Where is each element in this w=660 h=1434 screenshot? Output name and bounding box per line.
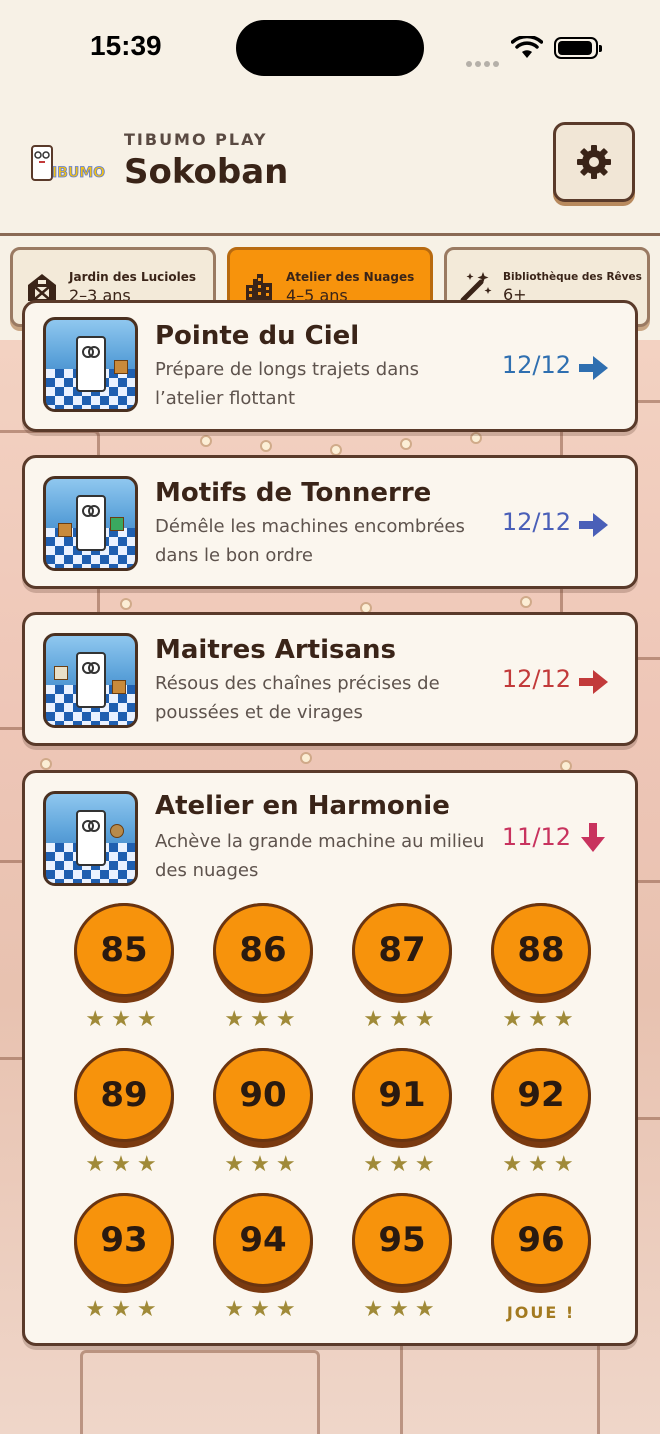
tab-name: Jardin des Lucioles — [69, 269, 197, 284]
level-stars: ★★★ — [502, 1007, 580, 1032]
settings-button[interactable] — [553, 122, 635, 202]
chapter-progress: 11/12 — [501, 823, 571, 851]
arrow-shape — [579, 513, 608, 537]
level-number: 86 — [213, 903, 313, 997]
level-number: 92 — [491, 1048, 591, 1142]
level-number: 93 — [74, 1193, 174, 1287]
arrow-down-icon — [581, 823, 605, 852]
chapter-progress: 12/12 — [501, 508, 571, 536]
chapter-card[interactable]: Maitres Artisans Résous des chaînes préc… — [22, 612, 638, 746]
level-button[interactable]: 89 — [74, 1048, 174, 1148]
level-stars: ★★★ — [363, 1152, 441, 1177]
level-stars: ★★★ — [502, 1152, 580, 1177]
level-button[interactable]: 88 — [491, 903, 591, 1003]
app-screen: 15:39 IBUMO TIBUMO PLAY Sokoban Jardin d… — [0, 0, 660, 1434]
dynamic-island — [236, 20, 424, 76]
page-title: Sokoban — [124, 152, 289, 192]
chapter-title: Motifs de Tonnerre — [155, 478, 432, 508]
chapter-card-expanded[interactable]: Atelier en Harmonie Achève la grande mac… — [22, 770, 638, 1346]
level-number: 95 — [352, 1193, 452, 1287]
level-number: 85 — [74, 903, 174, 997]
level-number: 89 — [74, 1048, 174, 1142]
level-button[interactable]: 85 — [74, 903, 174, 1003]
level-button[interactable]: 91 — [352, 1048, 452, 1148]
level-button[interactable]: 93 — [74, 1193, 174, 1293]
level-number: 87 — [352, 903, 452, 997]
chapter-description: Résous des chaînes précises de poussées … — [155, 673, 440, 723]
chapter-title: Pointe du Ciel — [155, 321, 360, 351]
chapter-progress: 12/12 — [501, 665, 571, 693]
arrow-right-icon — [579, 356, 608, 380]
tab-name: Bibliothèque des Rêves — [503, 270, 642, 283]
chapter-thumbnail — [43, 476, 138, 571]
chapter-description: Achève la grande machine au milieu des n… — [155, 831, 485, 881]
status-bar: 15:39 — [0, 0, 660, 100]
level-button[interactable]: 90 — [213, 1048, 313, 1148]
chapter-thumbnail — [43, 317, 138, 412]
logo-text: IBUMO — [52, 165, 105, 181]
arrow-right-icon — [579, 670, 608, 694]
app-header: IBUMO TIBUMO PLAY Sokoban — [0, 100, 660, 236]
chapter-description: Prépare de longs trajets dans l’atelier … — [155, 359, 420, 409]
battery-icon — [554, 37, 602, 59]
wifi-icon — [511, 36, 543, 58]
level-button[interactable]: 92 — [491, 1048, 591, 1148]
arrow-shape — [579, 670, 608, 694]
chapter-description: Démêle les machines encombrées dans le b… — [155, 516, 465, 566]
chapter-title: Atelier en Harmonie — [155, 791, 450, 821]
level-stars: ★★★ — [224, 1152, 302, 1177]
level-button[interactable]: 96 — [491, 1193, 591, 1293]
arrow-shape — [579, 356, 608, 380]
level-played-label: JOUE ! — [506, 1303, 576, 1322]
level-number: 96 — [491, 1193, 591, 1287]
arrow-right-icon — [579, 513, 608, 537]
chapter-title: Maitres Artisans — [155, 635, 397, 665]
level-number: 94 — [213, 1193, 313, 1287]
brand-label: TIBUMO PLAY — [124, 130, 268, 149]
level-number: 88 — [491, 903, 591, 997]
magic-wand-icon — [459, 270, 493, 304]
level-button[interactable]: 86 — [213, 903, 313, 1003]
level-stars: ★★★ — [363, 1007, 441, 1032]
status-time: 15:39 — [90, 30, 162, 61]
level-stars: ★★★ — [363, 1297, 441, 1322]
level-stars: ★★★ — [85, 1007, 163, 1032]
level-button[interactable]: 87 — [352, 903, 452, 1003]
level-stars: ★★★ — [224, 1007, 302, 1032]
chapter-thumbnail — [43, 791, 138, 886]
tibumo-logo: IBUMO — [31, 145, 106, 181]
chapter-progress: 12/12 — [501, 351, 571, 379]
chapter-thumbnail — [43, 633, 138, 728]
level-stars: ★★★ — [85, 1152, 163, 1177]
level-number: 90 — [213, 1048, 313, 1142]
level-number: 91 — [352, 1048, 452, 1142]
level-button[interactable]: 95 — [352, 1193, 452, 1293]
city-icon — [242, 270, 276, 304]
chapter-card[interactable]: Pointe du Ciel Prépare de longs trajets … — [22, 300, 638, 432]
gear-icon — [577, 145, 611, 179]
barn-icon — [25, 270, 59, 304]
arrow-shape — [581, 823, 605, 852]
level-stars: ★★★ — [224, 1297, 302, 1322]
tab-name: Atelier des Nuages — [286, 269, 415, 284]
chapter-card[interactable]: Motifs de Tonnerre Démêle les machines e… — [22, 455, 638, 589]
level-stars: ★★★ — [85, 1297, 163, 1322]
level-button[interactable]: 94 — [213, 1193, 313, 1293]
signal-icon — [466, 52, 502, 67]
